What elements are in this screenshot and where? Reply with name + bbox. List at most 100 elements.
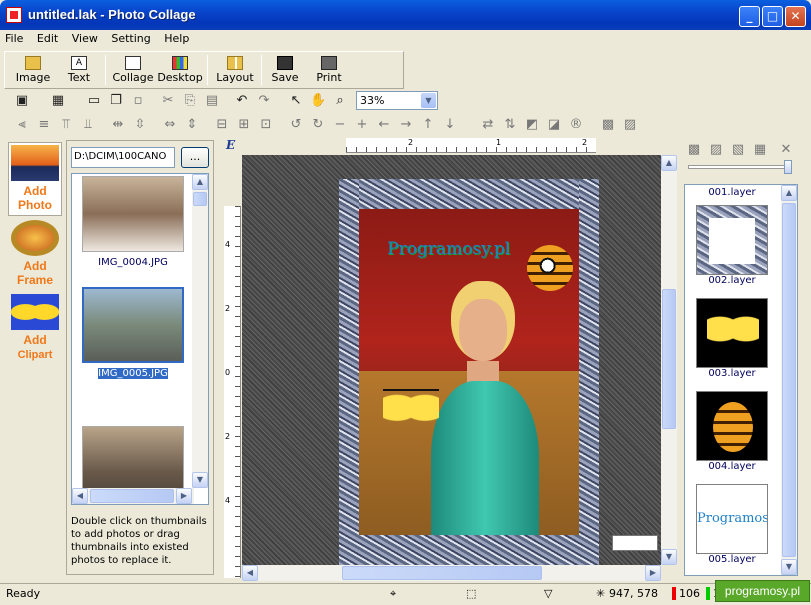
menu-edit[interactable]: Edit bbox=[32, 30, 63, 47]
zoom-select[interactable]: 33% ▼ bbox=[356, 91, 438, 110]
collage-canvas[interactable]: Programosy.pl bbox=[242, 155, 661, 565]
scroll-left-button[interactable]: ◀ bbox=[242, 565, 258, 581]
crop-icon[interactable]: ▫ bbox=[130, 93, 146, 109]
thumbnail-vscroll[interactable]: ▲ ▼ bbox=[192, 174, 208, 488]
flip-horizontal-icon[interactable]: ⇄ bbox=[480, 117, 496, 133]
cut-icon[interactable]: ✂ bbox=[160, 93, 176, 109]
tab-add-frame[interactable]: Add Frame bbox=[8, 218, 62, 290]
flip-vertical-icon[interactable]: ⇅ bbox=[502, 117, 518, 133]
scroll-up-button[interactable]: ▲ bbox=[192, 174, 208, 190]
space-vertical-icon[interactable]: ⇕ bbox=[184, 117, 200, 133]
bee-clipart[interactable] bbox=[527, 245, 573, 291]
screen-icon[interactable]: ▭ bbox=[86, 93, 102, 109]
move-left-icon[interactable]: ← bbox=[376, 117, 392, 133]
reset-icon[interactable]: ® bbox=[568, 117, 584, 133]
frame-select-icon[interactable]: ❐ bbox=[108, 93, 124, 109]
desktop-button[interactable]: Desktop bbox=[157, 53, 203, 87]
fit-page-icon[interactable]: ⊡ bbox=[258, 117, 274, 133]
paste-icon[interactable]: ▤ bbox=[204, 93, 220, 109]
scroll-down-button[interactable]: ▼ bbox=[192, 472, 208, 488]
fit-height-icon[interactable]: ⊞ bbox=[236, 117, 252, 133]
hand-icon[interactable]: ✋ bbox=[310, 93, 326, 109]
same-width-icon[interactable]: ⇹ bbox=[110, 117, 126, 133]
align-bottom-icon[interactable]: ⫫ bbox=[80, 117, 96, 133]
collage-photo[interactable]: Programosy.pl bbox=[349, 201, 589, 565]
opacity-slider[interactable] bbox=[688, 165, 788, 169]
scroll-down-button[interactable]: ▼ bbox=[781, 559, 797, 575]
scroll-thumb[interactable] bbox=[193, 192, 207, 206]
path-field[interactable]: D:\DCIM\100CANO bbox=[71, 147, 175, 168]
scroll-thumb[interactable] bbox=[662, 289, 676, 429]
layout-button[interactable]: Layout bbox=[211, 53, 259, 87]
thumbnail-list[interactable]: IMG_0004.JPG IMG_0005.JPG ▲ ▼ ◀ ▶ bbox=[71, 173, 209, 505]
tab-add-photo[interactable]: Add Photo bbox=[8, 142, 62, 216]
send-back-icon[interactable]: ▨ bbox=[622, 117, 638, 133]
layer-vscroll[interactable]: ▲ ▼ bbox=[781, 185, 797, 575]
butterfly-clipart[interactable] bbox=[383, 389, 439, 433]
scroll-left-button[interactable]: ◀ bbox=[72, 488, 88, 504]
scroll-down-button[interactable]: ▼ bbox=[661, 549, 677, 565]
undo-icon[interactable]: ↶ bbox=[234, 93, 250, 109]
thumbnail-hscroll[interactable]: ◀ ▶ bbox=[72, 488, 194, 504]
collage-page[interactable]: Programosy.pl bbox=[339, 179, 599, 565]
layer-list[interactable]: 001.layer 002.layer 003.layer 004.layer … bbox=[684, 184, 798, 576]
move-right-icon[interactable]: → bbox=[398, 117, 414, 133]
thumbnail-item[interactable]: IMG_0004.JPG bbox=[82, 176, 184, 268]
scroll-up-button[interactable]: ▲ bbox=[661, 155, 677, 171]
delete-layer-icon[interactable]: ✕ bbox=[778, 142, 794, 158]
zoom-out-icon[interactable]: − bbox=[332, 117, 348, 133]
menu-setting[interactable]: Setting bbox=[106, 30, 155, 47]
menu-help[interactable]: Help bbox=[159, 30, 194, 47]
scroll-right-button[interactable]: ▶ bbox=[645, 565, 661, 581]
image-button[interactable]: Image bbox=[11, 53, 55, 87]
app-icon[interactable] bbox=[6, 7, 22, 23]
save-button[interactable]: Save bbox=[265, 53, 305, 87]
scroll-thumb[interactable] bbox=[342, 566, 542, 580]
magnifier-icon[interactable]: ⌕ bbox=[332, 93, 348, 109]
skew-icon[interactable]: ◩ bbox=[524, 117, 540, 133]
layer-up-icon[interactable]: ▩ bbox=[686, 142, 702, 158]
layer-item[interactable]: 004.layer bbox=[696, 389, 768, 474]
thumbnail-item[interactable]: IMG_0005.JPG bbox=[82, 287, 184, 379]
skew-alt-icon[interactable]: ◪ bbox=[546, 117, 562, 133]
tab-add-clipart[interactable]: Add Clipart bbox=[8, 292, 62, 364]
rotate-right-icon[interactable]: ↻ bbox=[310, 117, 326, 133]
minimize-button[interactable]: _ bbox=[739, 6, 760, 27]
menu-file[interactable]: File bbox=[0, 30, 28, 47]
copy-icon[interactable]: ⎘ bbox=[182, 93, 198, 109]
scroll-up-button[interactable]: ▲ bbox=[781, 185, 797, 201]
chevron-down-icon[interactable]: ▼ bbox=[421, 93, 436, 108]
canvas-vscroll[interactable]: ▲ ▼ bbox=[661, 155, 677, 565]
space-horizontal-icon[interactable]: ⇔ bbox=[162, 117, 178, 133]
close-button[interactable]: ✕ bbox=[785, 6, 806, 27]
menu-view[interactable]: View bbox=[67, 30, 103, 47]
same-height-icon[interactable]: ⇳ bbox=[132, 117, 148, 133]
print-button[interactable]: Print bbox=[309, 53, 349, 87]
layer-item[interactable]: Programosy.pl 005.layer bbox=[696, 482, 768, 567]
watermark-text[interactable]: Programosy.pl bbox=[387, 239, 510, 259]
move-up-icon[interactable]: ↑ bbox=[420, 117, 436, 133]
canvas-hscroll[interactable]: ◀ ▶ bbox=[242, 565, 661, 581]
align-left-icon[interactable]: ⫷ bbox=[14, 117, 30, 133]
move-down-icon[interactable]: ↓ bbox=[442, 117, 458, 133]
shapes-icon[interactable]: ▣ bbox=[14, 93, 30, 109]
align-center-icon[interactable]: ≡ bbox=[36, 117, 52, 133]
text-button[interactable]: A Text bbox=[59, 53, 99, 87]
layer-item[interactable]: 002.layer bbox=[696, 203, 768, 288]
scroll-right-button[interactable]: ▶ bbox=[176, 488, 192, 504]
opacity-slider-thumb[interactable] bbox=[784, 160, 792, 174]
browse-button[interactable]: ... bbox=[181, 147, 209, 168]
layer-item[interactable]: 001.layer bbox=[696, 187, 768, 200]
scroll-thumb[interactable] bbox=[90, 489, 174, 503]
redo-icon[interactable]: ↷ bbox=[256, 93, 272, 109]
rotate-left-icon[interactable]: ↺ bbox=[288, 117, 304, 133]
canvas-minimap[interactable] bbox=[612, 535, 658, 551]
zoom-in-icon[interactable]: + bbox=[354, 117, 370, 133]
edit-mode-icon[interactable]: E bbox=[226, 138, 240, 152]
bring-front-icon[interactable]: ▩ bbox=[600, 117, 616, 133]
layer-bottom-icon[interactable]: ▦ bbox=[752, 142, 768, 158]
maximize-button[interactable]: □ bbox=[762, 6, 783, 27]
pointer-icon[interactable]: ↖ bbox=[288, 93, 304, 109]
grid-color-icon[interactable]: ▦ bbox=[50, 93, 66, 109]
layer-top-icon[interactable]: ▧ bbox=[730, 142, 746, 158]
